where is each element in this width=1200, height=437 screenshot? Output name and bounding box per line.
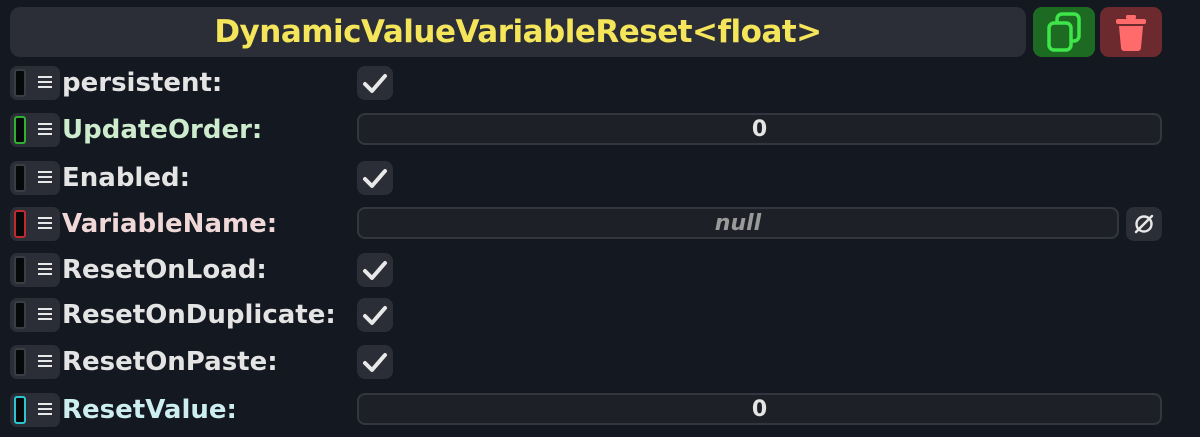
variable-name-input[interactable]: null (357, 207, 1119, 239)
menu-lines-icon (38, 308, 52, 322)
drag-handle[interactable] (10, 393, 60, 427)
menu-lines-icon (38, 217, 52, 231)
string-slot-icon (14, 210, 26, 238)
field-label: ResetOnDuplicate: (62, 300, 336, 330)
drag-handle[interactable] (10, 253, 60, 287)
menu-lines-icon (38, 123, 52, 137)
field-row-reset-value: ResetValue: 0 (0, 390, 1200, 430)
bool-slot-icon (14, 256, 26, 284)
reset-on-load-checkbox[interactable] (357, 253, 393, 287)
null-icon (1134, 214, 1154, 234)
component-title: DynamicValueVariableReset<float> (214, 14, 822, 50)
bool-slot-icon (14, 164, 26, 192)
field-row-reset-on-paste: ResetOnPaste: (0, 342, 1200, 382)
field-label: ResetOnLoad: (62, 255, 267, 285)
trash-icon (1116, 15, 1146, 51)
enabled-checkbox[interactable] (357, 161, 393, 195)
field-row-variable-name: VariableName: null (0, 204, 1200, 244)
field-row-reset-on-duplicate: ResetOnDuplicate: (0, 295, 1200, 335)
checkmark-icon (363, 306, 387, 325)
field-row-reset-on-load: ResetOnLoad: (0, 250, 1200, 290)
menu-lines-icon (38, 263, 52, 277)
drag-handle[interactable] (10, 345, 60, 379)
checkmark-icon (363, 353, 387, 372)
field-row-update-order: UpdateOrder: 0 (0, 110, 1200, 150)
menu-lines-icon (38, 355, 52, 369)
int-slot-icon (14, 116, 26, 144)
drag-handle[interactable] (10, 113, 60, 147)
drag-handle[interactable] (10, 161, 60, 195)
drag-handle[interactable] (10, 298, 60, 332)
field-label: UpdateOrder: (62, 115, 263, 145)
duplicate-button[interactable] (1033, 7, 1095, 57)
component-header: DynamicValueVariableReset<float> (10, 7, 1026, 57)
persistent-checkbox[interactable] (357, 66, 393, 100)
drag-handle[interactable] (10, 66, 60, 100)
drag-handle[interactable] (10, 207, 60, 241)
bool-slot-icon (14, 301, 26, 329)
reset-value-input[interactable]: 0 (357, 393, 1162, 425)
delete-button[interactable] (1100, 7, 1162, 57)
checkmark-icon (363, 169, 387, 188)
checkmark-icon (363, 261, 387, 280)
update-order-input[interactable]: 0 (357, 113, 1162, 145)
menu-lines-icon (38, 76, 52, 90)
bool-slot-icon (14, 348, 26, 376)
field-row-enabled: Enabled: (0, 158, 1200, 198)
field-label: ResetOnPaste: (62, 347, 278, 377)
field-label: persistent: (62, 68, 223, 98)
float-slot-icon (14, 396, 26, 424)
duplicate-icon (1047, 12, 1081, 52)
field-label: VariableName: (62, 209, 278, 239)
menu-lines-icon (38, 403, 52, 417)
reset-on-paste-checkbox[interactable] (357, 345, 393, 379)
checkmark-icon (363, 74, 387, 93)
field-row-persistent: persistent: (0, 63, 1200, 103)
field-label: Enabled: (62, 163, 190, 193)
set-null-button[interactable] (1126, 207, 1162, 241)
menu-lines-icon (38, 171, 52, 185)
bool-slot-icon (14, 69, 26, 97)
reset-on-duplicate-checkbox[interactable] (357, 298, 393, 332)
field-label: ResetValue: (62, 395, 237, 425)
